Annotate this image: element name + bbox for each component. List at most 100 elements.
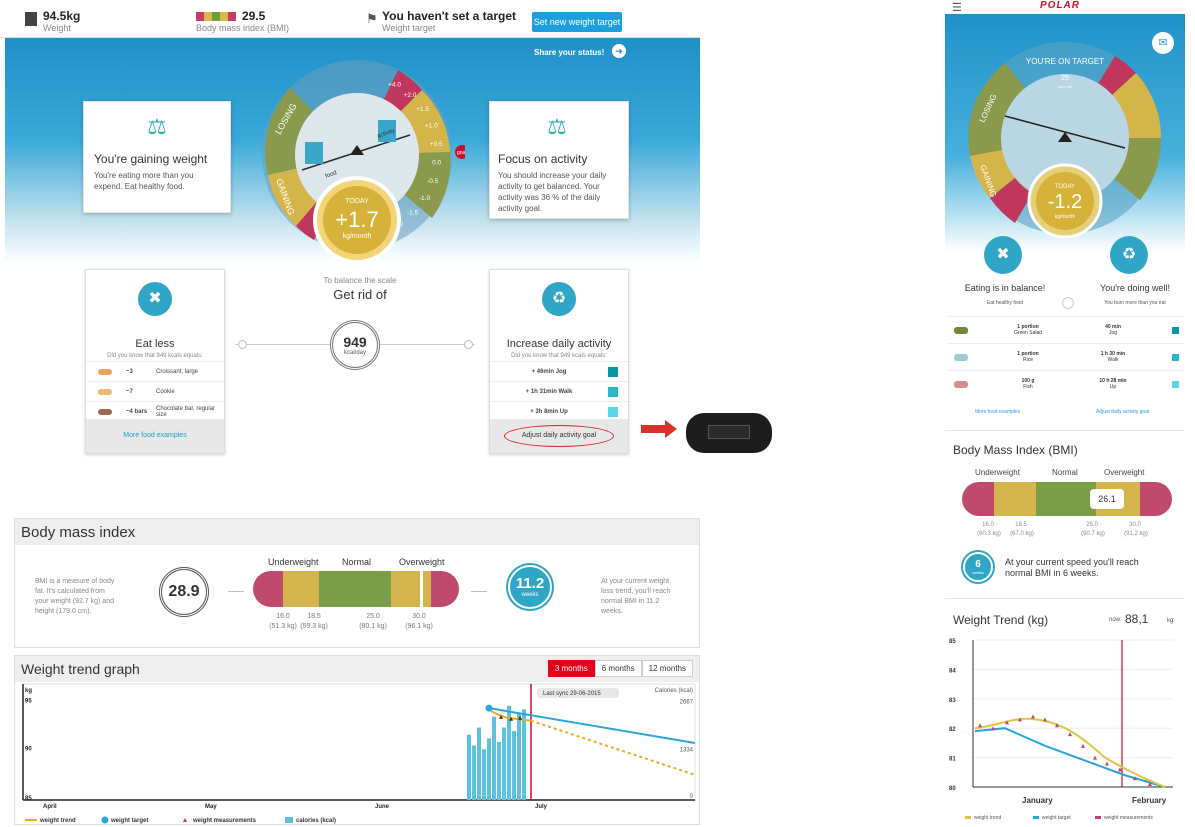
legend-label: weight measurements bbox=[192, 818, 257, 824]
month-tick-label: June bbox=[375, 804, 390, 810]
activity-row: + 46min Jog bbox=[490, 361, 628, 381]
m-food-thumb-icon bbox=[954, 380, 968, 388]
m-act-name: Jog bbox=[1108, 330, 1118, 336]
right-axis-label: Calories (kcal) bbox=[655, 688, 693, 694]
m-measurement-point bbox=[978, 723, 982, 728]
m-y-tick-label: 85 bbox=[949, 639, 956, 645]
bmi-value-circle: 28.9 bbox=[159, 567, 209, 617]
gaining-weight-text: You're eating more than you expend. Eat … bbox=[94, 171, 194, 191]
share-status-label[interactable]: Share your status! bbox=[534, 48, 604, 57]
food-row: ~3 Croissant, large bbox=[86, 361, 224, 381]
tab-12-months[interactable]: 12 months bbox=[641, 660, 693, 677]
bmi-section: Body mass index BMI is a measure of body… bbox=[14, 518, 700, 648]
calorie-bar bbox=[522, 709, 526, 800]
weight-label: Weight bbox=[43, 23, 71, 33]
m-y-tick-label: 83 bbox=[949, 698, 956, 704]
food-name: Chocolate bar, regular size bbox=[156, 405, 216, 418]
m-bmi-tick-kg: (91.2 kg) bbox=[1124, 531, 1148, 537]
eat-less-card: ✖ Eat less Did you know that 949 kcals e… bbox=[85, 269, 225, 454]
calorie-bar bbox=[487, 738, 491, 800]
m-legend-label: weight trend bbox=[974, 815, 1001, 821]
bmi-connector-left bbox=[228, 591, 244, 592]
m-today-value: -1.2 bbox=[1048, 191, 1082, 213]
m-y-tick-label: 84 bbox=[949, 668, 956, 674]
m-bmi-tick-value: 30.0 bbox=[1129, 522, 1141, 528]
calorie-bar bbox=[477, 727, 481, 800]
adjust-activity-goal-button[interactable]: Adjust daily activity goal bbox=[504, 425, 614, 447]
gauge-scale-label: +2.0 bbox=[404, 92, 417, 99]
m-on-target: YOU'RE ON TARGET bbox=[1026, 57, 1104, 66]
activity-color-swatch bbox=[608, 366, 618, 377]
calorie-bar bbox=[502, 727, 506, 800]
m-equivalent-row: 1 portion Green Salad 40 min Jog bbox=[948, 316, 1184, 343]
bmi-weeks-value: 11.2 bbox=[515, 575, 545, 592]
food-row: ~4 bars Chocolate bar, regular size bbox=[86, 401, 224, 421]
bmi-marker bbox=[420, 567, 423, 611]
kcal-circle: 949 kcal/day bbox=[330, 320, 380, 370]
tab-3-months[interactable]: 3 months bbox=[547, 660, 595, 677]
share-arrow-icon[interactable]: ➜ bbox=[612, 44, 626, 58]
gauge-scale-label: +0.5 bbox=[430, 141, 443, 148]
balance-title: Get rid of bbox=[333, 287, 387, 302]
today-value: +1.7 bbox=[335, 207, 378, 232]
range-tabs: 3 months 6 months 12 months bbox=[547, 660, 693, 677]
m-act-name: Walk bbox=[1107, 357, 1119, 363]
y-tick-label: 90 bbox=[25, 747, 32, 753]
m-legend-swatch bbox=[965, 816, 971, 819]
m-bmi-tick-value: 25.0 bbox=[1086, 522, 1098, 528]
bmi-cat-underweight: Underweight bbox=[268, 557, 319, 567]
sync-label: Last sync 29-06-2015 bbox=[543, 691, 601, 697]
food-list: ~3 Croissant, large ~7 Cookie ~4 bars Chocola… bbox=[86, 361, 224, 421]
balance-subtitle: To balance the scale bbox=[323, 276, 397, 285]
m-today-label: TODAY bbox=[1055, 184, 1075, 190]
bmi-cat-overweight: Overweight bbox=[399, 557, 445, 567]
m-more-food-link[interactable]: More food examples bbox=[975, 409, 1020, 415]
m-measurement-point bbox=[1105, 761, 1109, 766]
weight-value: 94.5kg bbox=[43, 9, 81, 23]
tab-6-months[interactable]: 6 months bbox=[594, 660, 642, 677]
m-act-swatch bbox=[1172, 326, 1179, 334]
gauge-scale-label: 0.0 bbox=[432, 160, 441, 167]
bmi-section-title: Body mass index bbox=[15, 519, 699, 545]
m-adjust-goal-link[interactable]: Adjust daily activity goal bbox=[1096, 409, 1149, 415]
focus-activity-title: Focus on activity bbox=[498, 152, 588, 166]
food-thumb-icon bbox=[98, 368, 112, 375]
m-balance-node bbox=[1062, 297, 1074, 309]
gauge-scale-label: -1.0 bbox=[419, 195, 431, 202]
bmi-tick-value: 18.5 bbox=[307, 613, 321, 620]
m-act-swatch bbox=[1172, 380, 1179, 388]
m-equivalent-row: 100 g Fish 10 h 28 min Up bbox=[948, 370, 1184, 397]
m-food-name: Green Salad bbox=[1013, 330, 1043, 336]
m-act-cell: 10 h 28 min Up bbox=[1068, 378, 1158, 390]
food-name: Cookie bbox=[156, 388, 175, 395]
hamburger-menu-icon[interactable]: ☰ bbox=[952, 1, 962, 14]
gaining-weight-card: ⚖ You're gaining weight You're eating mo… bbox=[83, 101, 231, 213]
right-tick-label: 1334 bbox=[680, 748, 694, 754]
m-bmi-cat-overweight: Overweight bbox=[1104, 468, 1145, 477]
device-display bbox=[708, 425, 750, 439]
bmi-trend-text: At your current weight loss trend, you'l… bbox=[601, 578, 671, 615]
gauge-scale-label: +4.0 bbox=[388, 81, 401, 88]
m-bmi-tick-value: 18.5 bbox=[1015, 522, 1027, 528]
m-divider-2 bbox=[945, 598, 1185, 599]
activity-text: + 46min Jog bbox=[531, 368, 567, 375]
m-y-tick-label: 82 bbox=[949, 727, 956, 733]
more-food-link[interactable]: More food examples bbox=[86, 419, 224, 453]
m-bmi-cat-underweight: Underweight bbox=[975, 468, 1020, 477]
activity-list: + 46min Jog + 1h 31min Walk + 3h 8min Up bbox=[490, 361, 628, 421]
scale-weight-icon: ⚖ bbox=[147, 114, 167, 139]
activity-title: Increase daily activity bbox=[506, 338, 612, 350]
activity-color-swatch bbox=[608, 406, 618, 417]
m-bmi-tick-kg: (67.0 kg) bbox=[1010, 531, 1034, 537]
m-days-left-value: 25 bbox=[1061, 75, 1069, 82]
m-equivalents-list: 1 portion Green Salad 40 min Jog 1 portion Ri… bbox=[948, 316, 1184, 397]
calorie-bar bbox=[472, 745, 476, 800]
bmi-mini-bar bbox=[196, 12, 236, 21]
mobile-gauge: YOU'RE ON TARGET 25 days left LOSING GAI… bbox=[968, 42, 1162, 238]
calorie-bar bbox=[492, 716, 496, 800]
set-weight-target-button[interactable]: Set new weight target bbox=[532, 12, 622, 32]
scale-icon bbox=[25, 12, 37, 26]
food-row: ~7 Cookie bbox=[86, 381, 224, 401]
y-tick-label: 95 bbox=[25, 698, 32, 704]
polar-logo: POLAR bbox=[1040, 0, 1080, 11]
